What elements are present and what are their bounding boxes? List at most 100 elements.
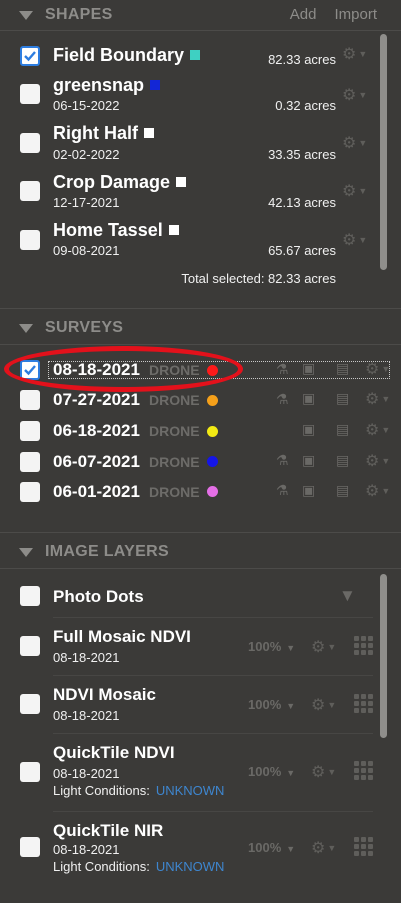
survey-checkbox[interactable] (20, 482, 40, 502)
light-conditions: Light Conditions: UNKNOWN (53, 859, 225, 874)
red-highlight-ellipse (4, 346, 243, 392)
survey-date[interactable]: 06-18-2021 (53, 421, 140, 441)
survey-date[interactable]: 06-01-2021 (53, 482, 140, 502)
shape-color-swatch (168, 225, 179, 235)
gear-icon[interactable]: ⚙ ▼ (342, 230, 367, 250)
layer-date: 08-18-2021 (53, 650, 120, 665)
shape-checkbox[interactable] (20, 181, 40, 201)
shape-checkbox[interactable] (20, 46, 40, 66)
gear-icon[interactable]: ⚙ ▼ (342, 133, 367, 153)
shape-name: Crop Damage (53, 172, 187, 193)
collapse-triangle-icon (19, 547, 33, 557)
opacity-dropdown[interactable]: 100% ▼ (248, 697, 295, 712)
shape-checkbox[interactable] (20, 133, 40, 153)
gear-icon[interactable]: ⚙ ▼ (311, 637, 336, 657)
layer-name: NDVI Mosaic (53, 685, 156, 704)
layer-name: QuickTile NDVI (53, 743, 175, 762)
shape-acres: 65.67 acres (268, 243, 336, 258)
gear-icon[interactable]: ⚙ ▼ (342, 85, 367, 105)
flask-icon[interactable]: ⚗ (276, 452, 289, 469)
light-conditions-value: UNKNOWN (155, 859, 225, 874)
survey-type: DRONE (149, 392, 200, 408)
shape-checkbox[interactable] (20, 84, 40, 104)
filter-icon[interactable]: ▼ (339, 586, 356, 606)
grid-icon[interactable] (354, 837, 374, 857)
survey-color-dot (207, 486, 218, 497)
gear-icon[interactable]: ⚙ ▼ (365, 359, 390, 379)
survey-checkbox[interactable] (20, 452, 40, 472)
surveys-title: SURVEYS (45, 319, 124, 336)
shape-date: 12-17-2021 (53, 195, 120, 210)
shapes-section-header[interactable]: SHAPES Add Import (0, 0, 401, 30)
gear-icon[interactable]: ⚙ ▼ (365, 481, 390, 501)
layer-date: 08-18-2021 (53, 766, 120, 781)
opacity-dropdown[interactable]: 100% ▼ (248, 764, 295, 779)
grid-icon[interactable] (354, 636, 374, 656)
light-conditions-value: UNKNOWN (155, 783, 225, 798)
add-shape-button[interactable]: Add (290, 6, 317, 23)
survey-checkbox[interactable] (20, 421, 40, 441)
gear-icon[interactable]: ⚙ ▼ (365, 451, 390, 471)
layer-checkbox[interactable] (20, 762, 40, 782)
shape-acres: 33.35 acres (268, 147, 336, 162)
gear-icon[interactable]: ⚙ ▼ (311, 762, 336, 782)
shape-name: greensnap (53, 75, 161, 96)
image-layers-title: IMAGE LAYERS (45, 543, 169, 560)
gear-icon[interactable]: ⚙ ▼ (365, 420, 390, 440)
opacity-dropdown[interactable]: 100% ▼ (248, 840, 295, 855)
gear-icon[interactable]: ⚙ ▼ (311, 695, 336, 715)
gear-icon[interactable]: ⚙ ▼ (342, 44, 367, 64)
report-icon[interactable]: ▤ (336, 390, 349, 407)
photo-dots-checkbox[interactable] (20, 586, 40, 606)
survey-date[interactable]: 07-27-2021 (53, 390, 140, 410)
image-icon[interactable]: ▣ (302, 360, 315, 377)
layer-checkbox[interactable] (20, 837, 40, 857)
shape-checkbox[interactable] (20, 230, 40, 250)
collapse-triangle-icon (19, 323, 33, 333)
survey-type: DRONE (149, 454, 200, 470)
report-icon[interactable]: ▤ (336, 421, 349, 438)
report-icon[interactable]: ▤ (336, 482, 349, 499)
layers-scrollbar[interactable] (380, 574, 387, 738)
flask-icon[interactable]: ⚗ (276, 361, 289, 378)
shape-color-swatch (144, 128, 154, 138)
flask-icon[interactable]: ⚗ (276, 391, 289, 408)
survey-checkbox[interactable] (20, 390, 40, 410)
layer-checkbox[interactable] (20, 636, 40, 656)
survey-color-dot (207, 426, 218, 437)
image-icon[interactable]: ▣ (302, 482, 315, 499)
shape-acres: 0.32 acres (275, 98, 336, 113)
shape-color-swatch (150, 80, 161, 90)
collapse-triangle-icon (19, 10, 33, 20)
shape-color-swatch (190, 50, 201, 60)
layer-checkbox[interactable] (20, 694, 40, 714)
image-icon[interactable]: ▣ (302, 421, 315, 438)
shape-name: Field Boundary (53, 45, 201, 66)
gear-icon[interactable]: ⚙ ▼ (311, 838, 336, 858)
layer-name: Full Mosaic NDVI (53, 627, 191, 646)
survey-date[interactable]: 06-07-2021 (53, 452, 140, 472)
image-icon[interactable]: ▣ (302, 390, 315, 407)
image-icon[interactable]: ▣ (302, 452, 315, 469)
shape-name: Right Half (53, 123, 154, 144)
shapes-scrollbar[interactable] (380, 34, 387, 270)
survey-color-dot (207, 456, 218, 467)
layer-date: 08-18-2021 (53, 842, 120, 857)
report-icon[interactable]: ▤ (336, 360, 349, 377)
opacity-dropdown[interactable]: 100% ▼ (248, 639, 295, 654)
photo-dots-label: Photo Dots (53, 587, 144, 606)
surveys-section-header[interactable]: SURVEYS (0, 313, 401, 343)
import-shape-button[interactable]: Import (334, 6, 377, 23)
flask-icon[interactable]: ⚗ (276, 482, 289, 499)
gear-icon[interactable]: ⚙ ▼ (342, 181, 367, 201)
report-icon[interactable]: ▤ (336, 452, 349, 469)
survey-color-dot (207, 395, 218, 406)
survey-type: DRONE (149, 484, 200, 500)
image-layers-section-header[interactable]: IMAGE LAYERS (0, 537, 401, 567)
gear-icon[interactable]: ⚙ ▼ (365, 389, 390, 409)
layer-date: 08-18-2021 (53, 708, 120, 723)
grid-icon[interactable] (354, 761, 374, 781)
shape-date: 02-02-2022 (53, 147, 120, 162)
grid-icon[interactable] (354, 694, 374, 714)
shape-acres: 42.13 acres (268, 195, 336, 210)
